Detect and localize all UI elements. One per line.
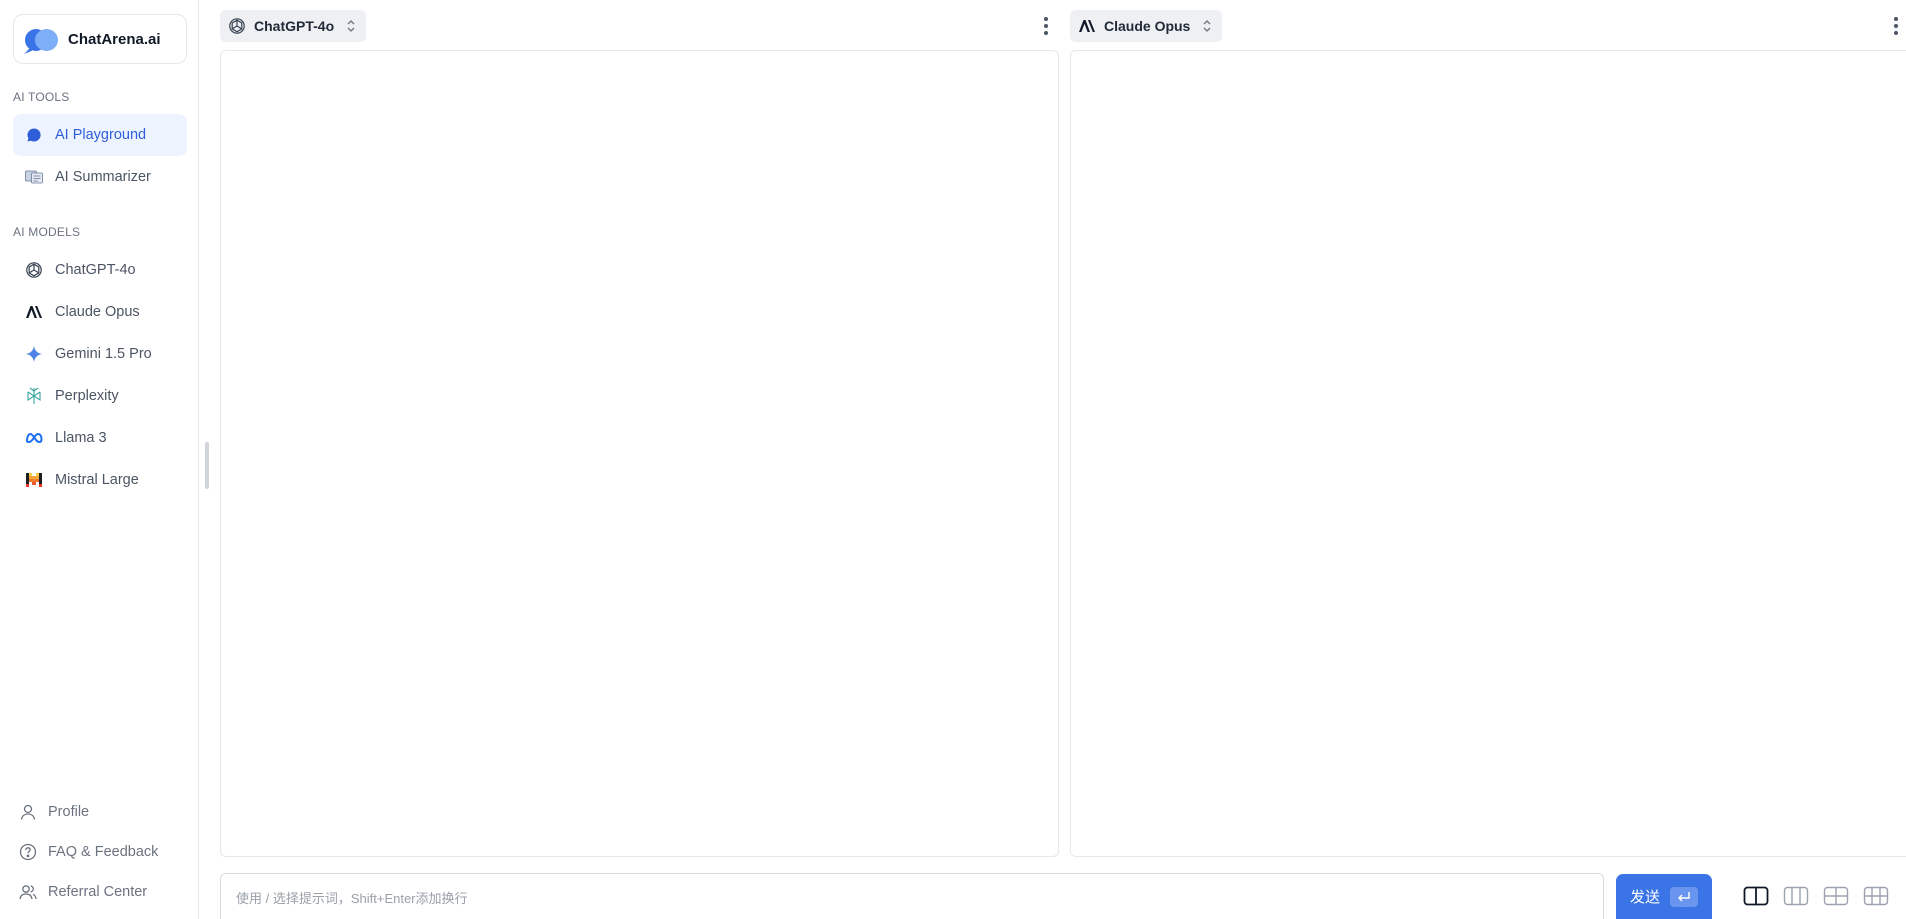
chevron-up-down-icon xyxy=(346,18,356,34)
chevron-up-down-icon xyxy=(1202,18,1212,34)
sidebar-item-perplexity[interactable]: Perplexity xyxy=(13,375,187,417)
sidebar-item-claude-opus[interactable]: Claude Opus xyxy=(13,291,187,333)
model-selector-right[interactable]: Claude Opus xyxy=(1070,10,1223,42)
sidebar-item-label: FAQ & Feedback xyxy=(48,844,159,860)
summarizer-icon xyxy=(25,168,43,186)
gemini-icon xyxy=(25,345,43,363)
section-title-ai-tools: AI TOOLS xyxy=(13,90,70,104)
section-title-ai-models: AI MODELS xyxy=(13,225,81,239)
chat-bubble-icon xyxy=(25,126,43,144)
prompt-input[interactable] xyxy=(220,873,1604,919)
layout-three-column-icon xyxy=(1783,886,1809,906)
more-options-right[interactable] xyxy=(1889,14,1903,38)
sidebar-item-label: Mistral Large xyxy=(55,472,139,488)
layout-six-grid-button[interactable] xyxy=(1863,885,1889,907)
sidebar-item-mistral-large[interactable]: Mistral Large xyxy=(13,459,187,501)
sidebar-item-chatgpt-4o[interactable]: ChatGPT-4o xyxy=(13,249,187,291)
users-icon xyxy=(19,883,37,901)
layout-six-grid-icon xyxy=(1863,886,1889,906)
sidebar-item-label: Llama 3 xyxy=(55,430,107,446)
meta-icon xyxy=(25,429,43,447)
layout-four-grid-button[interactable] xyxy=(1823,885,1849,907)
sidebar-item-label: Perplexity xyxy=(55,388,119,404)
model-name: Claude Opus xyxy=(1104,18,1191,34)
sidebar-item-label: Referral Center xyxy=(48,884,148,900)
sidebar-item-label: ChatGPT-4o xyxy=(55,262,136,278)
mistral-icon xyxy=(25,471,43,489)
perplexity-icon xyxy=(25,387,43,405)
anthropic-icon xyxy=(1078,17,1096,35)
more-options-left[interactable] xyxy=(1039,14,1053,38)
more-vertical-icon xyxy=(1894,17,1898,21)
help-circle-icon xyxy=(19,843,37,861)
openai-icon xyxy=(228,17,246,35)
enter-key-icon xyxy=(1670,886,1698,907)
model-selector-left[interactable]: ChatGPT-4o xyxy=(220,10,367,42)
sidebar: ChatArena.ai AI TOOLS AI Playground AI S… xyxy=(0,0,199,919)
sidebar-item-label: Claude Opus xyxy=(55,304,140,320)
sidebar-item-ai-summarizer[interactable]: AI Summarizer xyxy=(13,156,187,198)
more-vertical-icon xyxy=(1044,17,1048,21)
anthropic-icon xyxy=(25,303,43,321)
chat-panel-right[interactable] xyxy=(1070,50,1906,857)
chatarena-logo-icon xyxy=(23,26,61,52)
model-name: ChatGPT-4o xyxy=(254,18,335,34)
chat-panel-left[interactable] xyxy=(220,50,1059,857)
user-icon xyxy=(19,803,37,821)
layout-four-grid-icon xyxy=(1823,886,1849,906)
brand-name: ChatArena.ai xyxy=(68,30,161,48)
layout-two-column-icon xyxy=(1743,886,1769,906)
layout-two-column-button[interactable] xyxy=(1743,885,1769,907)
sidebar-item-profile[interactable]: Profile xyxy=(19,800,89,824)
send-button-label: 发送 xyxy=(1629,889,1660,906)
sidebar-item-label: Gemini 1.5 Pro xyxy=(55,346,152,362)
layout-three-column-button[interactable] xyxy=(1783,885,1809,907)
sidebar-item-llama-3[interactable]: Llama 3 xyxy=(13,417,187,459)
brand-logo-box[interactable]: ChatArena.ai xyxy=(13,14,187,64)
sidebar-item-faq-feedback[interactable]: FAQ & Feedback xyxy=(19,840,158,864)
send-button[interactable]: 发送 xyxy=(1616,874,1712,919)
sidebar-item-referral-center[interactable]: Referral Center xyxy=(19,880,147,904)
sidebar-item-gemini-1-5-pro[interactable]: Gemini 1.5 Pro xyxy=(13,333,187,375)
openai-icon xyxy=(25,261,43,279)
sidebar-resize-handle[interactable] xyxy=(205,442,209,489)
sidebar-item-ai-playground[interactable]: AI Playground xyxy=(13,114,187,156)
sidebar-item-label: AI Summarizer xyxy=(55,169,151,185)
sidebar-item-label: Profile xyxy=(48,804,90,820)
sidebar-item-label: AI Playground xyxy=(55,127,147,143)
